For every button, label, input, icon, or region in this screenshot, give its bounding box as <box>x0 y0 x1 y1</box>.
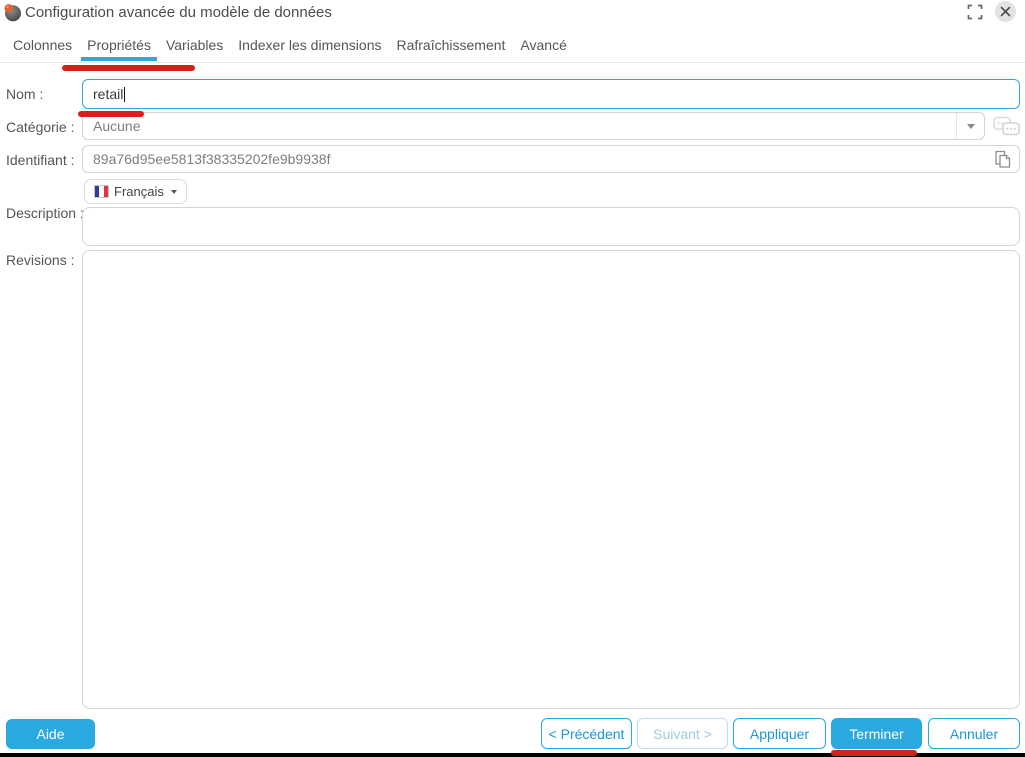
tab-variables[interactable]: Variables <box>166 37 223 61</box>
model-sphere-icon <box>3 3 22 22</box>
nom-value: retail <box>93 86 124 102</box>
annotation-underline-terminer <box>831 750 917 756</box>
french-flag-icon <box>94 185 109 198</box>
dialog-title: Configuration avancée du modèle de donné… <box>25 4 332 21</box>
language-label: Français <box>114 184 164 199</box>
maximize-icon[interactable] <box>967 4 983 20</box>
identifiant-value: 89a76d95ee5813f38335202fe9b9938f <box>93 151 331 167</box>
terminer-button[interactable]: Terminer <box>831 718 922 749</box>
suivant-button[interactable]: Suivant > <box>637 718 728 749</box>
description-label: Description : <box>6 205 84 221</box>
annotation-underline-proprietes <box>62 65 195 71</box>
close-icon <box>1000 6 1011 17</box>
copy-icon[interactable] <box>993 150 1011 169</box>
language-selector[interactable]: Français <box>84 179 187 204</box>
categorie-label: Catégorie : <box>6 119 75 135</box>
revisions-panel[interactable] <box>82 250 1020 709</box>
nom-label: Nom : <box>6 86 44 102</box>
categorie-value: Aucune <box>93 118 141 134</box>
identifiant-label: Identifiant : <box>6 152 75 168</box>
aide-button[interactable]: Aide <box>6 719 95 749</box>
identifiant-field[interactable]: 89a76d95ee5813f38335202fe9b9938f <box>82 145 1020 173</box>
description-textarea[interactable] <box>82 207 1020 246</box>
categorie-select[interactable]: Aucune <box>82 112 985 140</box>
chevron-down-icon <box>170 189 177 194</box>
chevron-down-icon <box>966 123 975 129</box>
tab-divider <box>0 62 1025 63</box>
tab-colonnes[interactable]: Colonnes <box>13 37 72 61</box>
precedent-button[interactable]: < Précédent <box>541 718 632 749</box>
tab-rafraichissement[interactable]: Rafraîchissement <box>396 37 505 61</box>
appliquer-button[interactable]: Appliquer <box>733 718 826 749</box>
annuler-button[interactable]: Annuler <box>928 718 1020 749</box>
close-button[interactable] <box>995 1 1016 22</box>
nom-input[interactable]: retail <box>82 79 1020 109</box>
text-caret <box>124 86 126 102</box>
revisions-label: Revisions : <box>6 252 75 268</box>
tab-avance[interactable]: Avancé <box>520 37 566 61</box>
categories-icon[interactable] <box>992 114 1022 138</box>
tab-bar: Colonnes Propriétés Variables Indexer le… <box>13 37 567 61</box>
annotation-underline-nom <box>78 111 144 117</box>
tab-proprietes[interactable]: Propriétés <box>81 37 157 61</box>
categorie-dropdown-button[interactable] <box>956 113 984 139</box>
tab-indexer-les-dimensions[interactable]: Indexer les dimensions <box>238 37 381 61</box>
